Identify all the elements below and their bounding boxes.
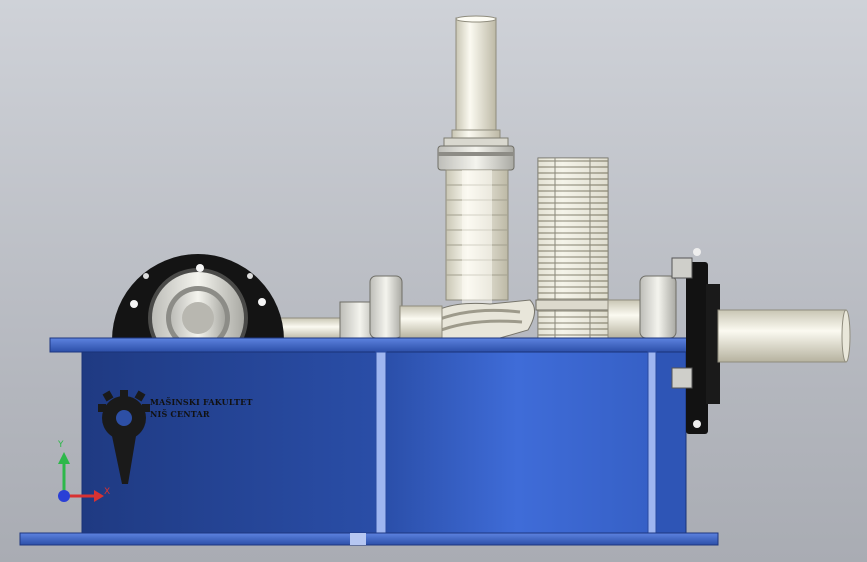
housing-base-plate (19, 532, 719, 546)
triad-x-label: X (104, 487, 111, 497)
spur-gear (535, 157, 611, 339)
gearbox-model (19, 15, 851, 546)
logo-text-line2: NIŠ CENTAR (150, 409, 210, 419)
cad-viewport[interactable]: MAŠINSKI FAKULTET NIŠ CENTAR Y X (0, 0, 867, 562)
triad-y-label: Y (58, 440, 64, 450)
housing-top-plate (49, 337, 691, 353)
output-shaft (717, 309, 851, 363)
base-bolt (350, 533, 366, 545)
logo-text: MAŠINSKI FAKULTET NIŠ CENTAR (150, 396, 253, 420)
vertical-shaft (437, 15, 515, 305)
logo-text-line1: MAŠINSKI FAKULTET (150, 397, 253, 407)
gearbox-housing (81, 351, 687, 535)
